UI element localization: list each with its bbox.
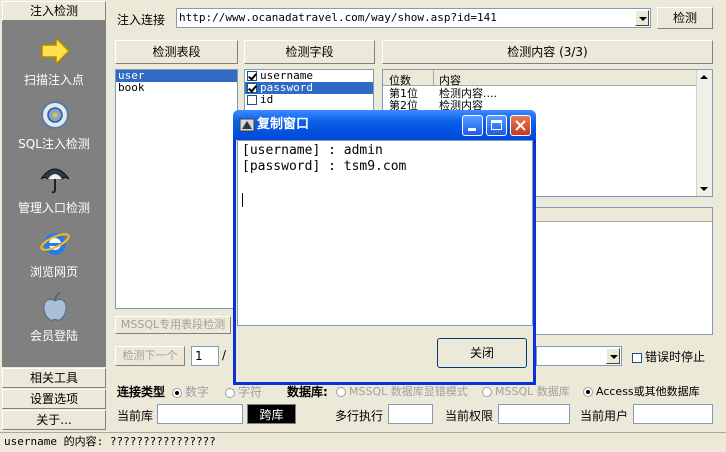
checkbox[interactable]	[247, 95, 257, 105]
sidebar-item-browse[interactable]: 浏览网页	[2, 227, 106, 291]
sidebar: 注入检测 扫描注入点 SQL注入检测 管理入口检测 浏览网页 会员登陆 相关工具…	[0, 0, 108, 432]
current-db-label: 当前库	[117, 409, 154, 423]
sidebar-item-label: 扫描注入点	[23, 73, 84, 87]
fields-header[interactable]: 检测字段	[244, 40, 375, 64]
url-value: http://www.ocanadatravel.com/way/show.as…	[179, 11, 497, 24]
conn-type-string[interactable]: 字符	[225, 383, 262, 400]
minimize-icon[interactable]	[462, 115, 483, 136]
multi-exec-field[interactable]	[388, 404, 433, 424]
sidebar-header[interactable]: 注入检测	[2, 1, 106, 21]
arrow-right-icon	[41, 36, 71, 66]
sidebar-item-sql[interactable]: SQL注入检测	[2, 99, 106, 163]
umbrella-icon	[40, 168, 70, 194]
content-table-header: 位数 内容	[383, 70, 696, 88]
sidebar-settings-button[interactable]: 设置选项	[2, 389, 106, 409]
sidebar-item-label: 会员登陆	[29, 329, 78, 343]
detect-next-button[interactable]: 检测下一个	[115, 346, 185, 366]
current-perm-label: 当前权限	[445, 409, 494, 423]
checkbox[interactable]	[247, 83, 257, 93]
sidebar-panel: 扫描注入点 SQL注入检测 管理入口检测 浏览网页 会员登陆	[2, 21, 106, 367]
sidebar-item-label: 浏览网页	[29, 265, 78, 279]
sidebar-tools-button[interactable]: 相关工具	[2, 368, 106, 388]
conn-type-label: 连接类型	[117, 385, 166, 399]
ie-browser-icon	[40, 233, 70, 255]
scroll-down-icon[interactable]	[700, 187, 708, 191]
dialog-close-button[interactable]: 关闭	[437, 338, 527, 368]
target-icon	[41, 101, 69, 129]
status-bar: username 的内容: ????????????????	[0, 432, 726, 452]
option-combo[interactable]	[536, 346, 622, 366]
sidebar-item-label: 管理入口检测	[17, 201, 90, 215]
url-label: 注入连接	[117, 13, 166, 27]
chevron-down-icon[interactable]	[635, 10, 649, 26]
copy-dialog: 复制窗口 [username] : admin [password] : tsm9…	[233, 110, 536, 385]
text-cursor	[242, 193, 243, 207]
text-line: [password] : tsm9.com	[242, 159, 407, 174]
list-item[interactable]: book	[116, 82, 237, 94]
multi-exec-label: 多行执行	[335, 409, 384, 423]
checkbox[interactable]	[632, 352, 642, 363]
content-header: 检测内容 (3/3)	[382, 40, 713, 64]
dialog-title: 复制窗口	[257, 117, 310, 132]
sidebar-item-login[interactable]: 会员登陆	[2, 291, 106, 355]
dialog-titlebar[interactable]: 复制窗口	[233, 110, 536, 140]
tables-list[interactable]: user book	[115, 69, 238, 309]
radio[interactable]	[583, 387, 593, 397]
current-db-field[interactable]	[157, 404, 243, 424]
fields-list[interactable]: username password id	[244, 69, 374, 111]
column-header[interactable]: 内容	[439, 72, 461, 88]
dialog-text-area[interactable]: [username] : admin [password] : tsm9.com	[237, 140, 533, 326]
list-item[interactable]: id	[245, 94, 373, 106]
page-separator: /	[222, 348, 227, 362]
sidebar-item-label: SQL注入检测	[18, 137, 90, 151]
db-label: 数据库:	[287, 385, 328, 399]
chevron-down-icon[interactable]	[606, 348, 620, 364]
apple-icon	[43, 292, 67, 321]
url-input[interactable]: http://www.ocanadatravel.com/way/show.as…	[176, 8, 651, 28]
db-option-access[interactable]: Access或其他数据库	[583, 383, 700, 399]
scrollbar[interactable]	[696, 70, 712, 196]
radio[interactable]	[225, 387, 235, 398]
tables-header[interactable]: 检测表段	[115, 40, 238, 64]
close-icon[interactable]	[510, 115, 531, 136]
checkbox[interactable]	[247, 71, 257, 81]
detect-button[interactable]: 检测	[657, 7, 713, 29]
scroll-up-icon[interactable]	[700, 75, 708, 79]
sidebar-about-button[interactable]: 关于...	[2, 410, 106, 430]
db-option-mssql-error[interactable]: MSSQL 数据库显错模式	[336, 383, 468, 399]
db-option-mssql[interactable]: MSSQL 数据库	[482, 383, 570, 399]
conn-type-number[interactable]: 数字	[172, 383, 209, 400]
radio[interactable]	[172, 387, 182, 398]
maximize-icon[interactable]	[486, 115, 507, 136]
sidebar-item-scan[interactable]: 扫描注入点	[2, 35, 106, 99]
cross-db-button[interactable]: 跨库	[247, 404, 296, 424]
column-header[interactable]: 位数	[389, 72, 411, 88]
current-user-field[interactable]	[633, 404, 713, 424]
page-input[interactable]: 1	[191, 346, 219, 366]
radio[interactable]	[336, 387, 346, 397]
stop-on-error-checkbox[interactable]: 错误时停止	[632, 348, 705, 365]
current-user-label: 当前用户	[580, 409, 629, 423]
mssql-tables-button[interactable]: MSSQL专用表段检测	[115, 316, 231, 334]
current-perm-field[interactable]	[498, 404, 570, 424]
radio[interactable]	[482, 387, 492, 397]
text-line: [username] : admin	[242, 143, 383, 158]
sidebar-item-admin[interactable]: 管理入口检测	[2, 163, 106, 227]
app-icon	[239, 118, 255, 132]
